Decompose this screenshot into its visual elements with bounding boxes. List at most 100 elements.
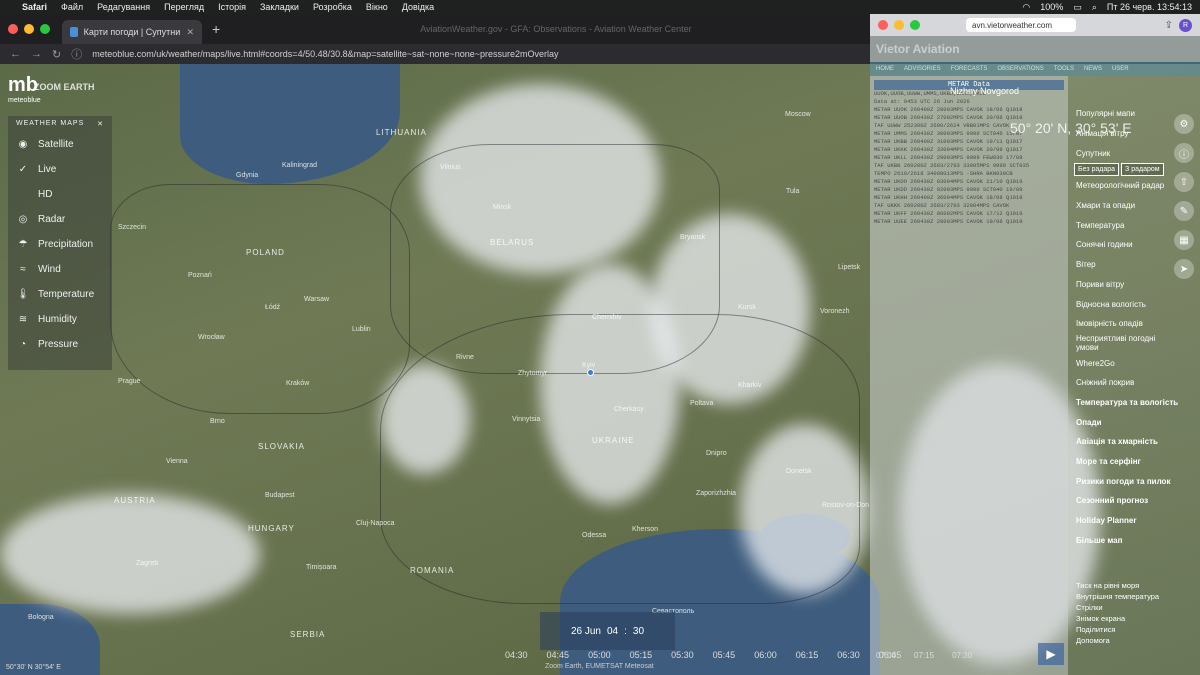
profile-avatar[interactable]: R [1179,18,1192,32]
url-text[interactable]: meteoblue.com/uk/weather/maps/live.html#… [92,49,558,59]
play-tick[interactable]: 07:15 [914,651,934,660]
zoom-window-button[interactable] [910,20,920,30]
play-tick[interactable]: 07:00 [876,651,896,660]
menu-item[interactable]: Сонячні години [1068,235,1180,255]
option-item[interactable]: Внутрішня температура [1076,591,1159,602]
option-item[interactable]: Поділитися [1076,624,1159,635]
menu-group[interactable]: Більше мап [1068,530,1180,550]
option-item[interactable]: Тиск на рівні моря [1076,580,1159,591]
close-icon[interactable]: ✕ [97,120,104,128]
zoom-window-button[interactable] [40,24,50,34]
menu-item[interactable]: Файл [61,2,83,12]
menu-item[interactable]: Метеорологічний радар [1068,176,1180,196]
menu-item[interactable]: Анімація вітру [1068,124,1180,144]
menu-group[interactable]: Сезонний прогноз [1068,491,1180,511]
nav-item[interactable]: OBSERVATIONS [997,66,1043,72]
option-item[interactable]: Знімок екрана [1076,613,1159,624]
search-icon[interactable]: ⌕ [1092,2,1097,13]
close-window-button[interactable] [878,20,888,30]
location-name[interactable]: Nizhny Novgorod [950,86,1019,96]
datetime[interactable]: Пт 26 черв. 13:54:13 [1107,2,1192,12]
menu-item[interactable]: Імовірність опадів [1068,314,1180,334]
timeline-tick[interactable]: 06:15 [796,650,819,660]
site-brand[interactable]: Vietor Aviation [876,42,960,56]
minute-label[interactable]: 30 [633,626,644,637]
location-marker[interactable] [587,369,594,376]
menu-item[interactable]: Довідка [402,2,434,12]
menu-item[interactable]: Популярні мапи [1068,104,1180,124]
app-menu[interactable]: Safari [22,2,47,12]
layer-radar[interactable]: ◎ Radar [8,207,112,232]
grid-icon[interactable]: ▦ [1174,230,1194,250]
timeline-tick[interactable]: 05:30 [671,650,694,660]
option-item[interactable]: Допомога [1076,635,1159,646]
layer-precipitation[interactable]: ☂ Precipitation [8,232,112,257]
menu-item[interactable]: Розробка [313,2,352,12]
nav-item[interactable]: HOME [876,66,894,72]
pen-icon[interactable]: ✎ [1174,201,1194,221]
gear-icon[interactable]: ⚙ [1174,114,1194,134]
layer-pressure[interactable]: ◔ Pressure [8,332,112,357]
new-tab-button[interactable]: + [212,21,220,37]
info-icon[interactable]: ⓘ [1174,143,1194,163]
layer-satellite[interactable]: ◉ Satellite [8,132,112,157]
reload-icon[interactable]: ↻ [52,48,61,61]
menu-item[interactable]: Вікно [366,2,388,12]
right-url-field[interactable]: avn.vietorweather.com [966,18,1076,32]
option-item[interactable]: Стрілки [1076,602,1159,613]
nav-item[interactable]: TOOLS [1054,66,1074,72]
play-button[interactable]: ▶ [1038,643,1064,665]
menu-item[interactable]: Хмари та опади [1068,196,1180,216]
menu-group[interactable]: Авіація та хмарність [1068,432,1180,452]
address-bar[interactable]: ← → ↻ ⓘ meteoblue.com/uk/weather/maps/li… [0,44,870,64]
play-tick[interactable]: 07:30 [952,651,972,660]
forward-icon[interactable]: → [31,48,42,60]
battery-label[interactable]: 100% [1040,2,1063,12]
menu-item[interactable]: Історія [218,2,246,12]
menu-group[interactable]: Holiday Planner [1068,511,1180,531]
menu-group[interactable]: Ризики погоди та пилок [1068,471,1180,491]
timeline[interactable]: 04:30 04:45 05:00 05:15 05:30 05:45 06:0… [505,645,901,665]
nav-item[interactable]: USER [1112,66,1129,72]
layer-temperature[interactable]: 🌡 Temperature [8,282,112,307]
timeline-tick[interactable]: 06:30 [837,650,860,660]
menu-group[interactable]: Море та серфінг [1068,452,1180,472]
close-window-button[interactable] [8,24,18,34]
menu-item[interactable]: Редагування [97,2,150,12]
layer-humidity[interactable]: ≋ Humidity [8,307,112,332]
hour-label[interactable]: 04 [607,626,618,637]
browser-tab[interactable]: Карти погоди | Супутникові ме ✕ [62,20,202,44]
back-icon[interactable]: ← [10,48,21,60]
timeline-tick[interactable]: 04:30 [505,650,528,660]
nav-item[interactable]: NEWS [1084,66,1102,72]
menu-item[interactable]: Відносна вологість [1068,294,1180,314]
layer-live[interactable]: ✓ Live [8,157,112,182]
menu-item[interactable]: Несприятливі погодні умови [1068,334,1180,354]
menu-group[interactable]: Температура та вологість [1068,393,1180,413]
wifi-icon[interactable]: ◠ [1022,2,1030,13]
menu-item[interactable]: Where2Go [1068,353,1180,373]
menu-group[interactable]: Опади [1068,412,1180,432]
layer-wind[interactable]: ≈ Wind [8,257,112,282]
menu-item[interactable]: Сніжний покрив [1068,373,1180,393]
menu-item[interactable]: Пориви вітру [1068,275,1180,295]
nav-item[interactable]: FORECASTS [951,66,988,72]
upload-icon[interactable]: ⇧ [1174,172,1194,192]
timeline-tick[interactable]: 04:45 [547,650,570,660]
no-radar-button[interactable]: Без радара [1074,163,1120,177]
timeline-tick[interactable]: 05:00 [588,650,611,660]
timeline-tick[interactable]: 05:45 [713,650,736,660]
menu-item[interactable]: Перегляд [164,2,204,12]
timeline-tick[interactable]: 05:15 [630,650,653,660]
location-arrow-icon[interactable]: ➤ [1174,259,1194,279]
menu-item[interactable]: Закладки [260,2,299,12]
layer-hd[interactable]: HD [8,182,112,207]
minimize-window-button[interactable] [24,24,34,34]
minimize-window-button[interactable] [894,20,904,30]
menu-item[interactable]: Температура [1068,215,1180,235]
info-icon[interactable]: ⓘ [71,46,82,62]
menu-item[interactable]: Вітер [1068,255,1180,275]
menu-item[interactable]: Супутник [1068,143,1180,163]
timeline-tick[interactable]: 06:00 [754,650,777,660]
nav-item[interactable]: ADVISORIES [904,66,941,72]
